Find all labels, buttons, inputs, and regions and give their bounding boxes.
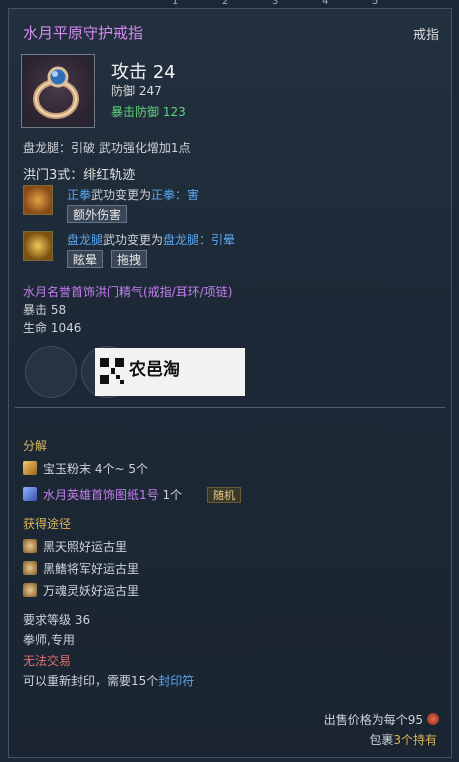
reseal-prefix: 可以重新封印，需要15个 bbox=[23, 674, 159, 688]
bg-number: 5 bbox=[372, 0, 379, 7]
decompose-item1-qty: 4个~ 5个 bbox=[94, 462, 148, 476]
decompose-item2-qty: 1个 bbox=[162, 488, 183, 502]
decompose-item2-name: 水月英雄首饰图纸1号 bbox=[43, 488, 159, 502]
blueprint-icon bbox=[23, 487, 37, 501]
merchant-icon bbox=[23, 539, 37, 553]
bg-number: 4 bbox=[322, 0, 329, 7]
skill2-target: 盘龙腿：引晕 bbox=[163, 233, 236, 247]
effect-line: 盘龙腿：引破 武功强化增加1点 bbox=[23, 141, 191, 155]
fist-skill-icon bbox=[23, 185, 53, 215]
skill1-target: 正拳：害 bbox=[151, 188, 200, 202]
class-restriction: 拳师,专用 bbox=[23, 633, 75, 647]
bg-number: 2 bbox=[222, 0, 229, 7]
skill1-name: 正拳 bbox=[67, 188, 92, 202]
powder-icon bbox=[23, 461, 37, 475]
item-type: 戒指 bbox=[412, 28, 439, 43]
obtain-title: 获得途径 bbox=[23, 517, 72, 531]
item-tooltip: 水月平原守护戒指 戒指 攻击 24 防御 247 暴击防御 123 盘龙腿：引破… bbox=[8, 8, 452, 758]
bag-count-line: 包裹3个持有 bbox=[369, 731, 437, 748]
kick-skill-icon bbox=[23, 231, 53, 261]
skill2-tag-stun: 眩晕 bbox=[67, 250, 104, 268]
decompose-item1-name: 宝玉粉末 bbox=[43, 462, 92, 476]
bg-number: 1 bbox=[172, 0, 179, 7]
obtain-source: 万魂灵妖好运古里 bbox=[43, 584, 140, 598]
obtain-source: 黑鳍将军好运古里 bbox=[43, 562, 140, 576]
required-level: 要求等级 36 bbox=[23, 613, 91, 627]
reseal-line: 可以重新封印，需要15个封印符 bbox=[23, 672, 194, 689]
reseal-item: 封印符 bbox=[158, 674, 195, 688]
skill1-tag-extra-damage: 额外伤害 bbox=[67, 205, 128, 223]
defense-stat: 防御 247 bbox=[111, 84, 162, 98]
skill2-tag-drag: 拖拽 bbox=[111, 250, 148, 268]
attack-stat: 攻击 24 bbox=[111, 62, 176, 83]
hongmen-title: 洪门3式：绯红轨迹 bbox=[23, 168, 136, 183]
skill2-middle: 武功变更为 bbox=[103, 233, 164, 247]
set-bonus-crit: 暴击 58 bbox=[23, 303, 67, 317]
merchant-icon bbox=[23, 561, 37, 575]
skill1-middle: 武功变更为 bbox=[91, 188, 152, 202]
merchant-icon bbox=[23, 583, 37, 597]
section-divider bbox=[15, 407, 445, 408]
skill2-line: 盘龙腿武功变更为盘龙腿：引晕 bbox=[67, 231, 235, 248]
crit-defense-stat: 暴击防御 123 bbox=[111, 105, 186, 119]
watermark-text: 农邑淘 bbox=[129, 360, 180, 380]
ring-icon bbox=[21, 54, 95, 128]
skill1-line: 正拳武功变更为正拳：害 bbox=[67, 186, 199, 203]
decompose-item2: 水月英雄首饰图纸1号 1个 bbox=[43, 486, 182, 503]
bag-count: 3个持有 bbox=[393, 733, 437, 747]
skill2-name: 盘龙腿 bbox=[67, 233, 104, 247]
qr-logo-icon bbox=[99, 356, 125, 386]
gem-socket bbox=[25, 346, 77, 398]
set-bonus-title: 水月名誉首饰洪门精气(戒指/耳环/项链) bbox=[23, 285, 233, 299]
sell-price: 出售价格为每个95 bbox=[323, 713, 423, 727]
trade-restriction: 无法交易 bbox=[23, 654, 72, 668]
random-badge: 随机 bbox=[207, 487, 241, 503]
item-name: 水月平原守护戒指 bbox=[23, 24, 144, 42]
coin-icon bbox=[427, 713, 439, 725]
set-bonus-hp: 生命 1046 bbox=[23, 321, 82, 335]
background-number-strip: 1 2 3 4 5 bbox=[0, 0, 459, 8]
decompose-item1: 宝玉粉末 4个~ 5个 bbox=[43, 460, 148, 477]
bag-prefix: 包裹 bbox=[369, 733, 394, 747]
obtain-source: 黑天照好运古里 bbox=[43, 540, 128, 554]
decompose-title: 分解 bbox=[23, 439, 48, 453]
bg-number: 3 bbox=[272, 0, 279, 7]
